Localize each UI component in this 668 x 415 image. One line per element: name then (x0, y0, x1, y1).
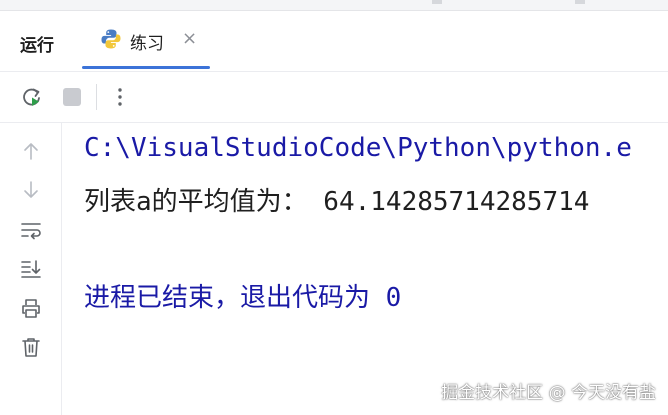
top-strip (0, 0, 668, 11)
console-side-toolbar (0, 123, 62, 415)
run-toolbar (0, 72, 668, 123)
console-command-line: C:\VisualStudioCode\Python\python.e (84, 133, 632, 163)
tab-practice[interactable]: 练习 × (82, 11, 210, 69)
top-strip-mark (432, 0, 442, 4)
console-exit-message: 进程已结束，退出代码为 0 (84, 283, 402, 313)
python-icon (101, 29, 121, 49)
scroll-up-icon[interactable] (20, 140, 42, 162)
scroll-down-icon[interactable] (20, 179, 42, 201)
stop-icon[interactable] (60, 85, 84, 109)
console-output-line: 列表a的平均值为： 64.14285714285714 (84, 187, 590, 217)
run-panel-title: 运行 (20, 36, 54, 56)
run-tab-bar: 运行 练习 × (0, 11, 668, 72)
top-strip-mark (575, 0, 585, 4)
print-icon[interactable] (20, 297, 42, 319)
close-icon[interactable]: × (182, 28, 197, 49)
more-options-icon[interactable] (108, 85, 132, 109)
tab-label: 练习 (130, 34, 164, 54)
rerun-icon[interactable] (20, 85, 44, 109)
scroll-to-end-icon[interactable] (20, 258, 42, 280)
console-output[interactable]: C:\VisualStudioCode\Python\python.e 列表a的… (62, 123, 668, 415)
watermark: 掘金技术社区 @ 今天没有盐 (441, 383, 656, 403)
toolbar-separator (96, 84, 97, 110)
soft-wrap-icon[interactable] (20, 219, 42, 241)
active-tab-indicator (82, 66, 210, 69)
clear-all-icon[interactable] (20, 336, 42, 358)
